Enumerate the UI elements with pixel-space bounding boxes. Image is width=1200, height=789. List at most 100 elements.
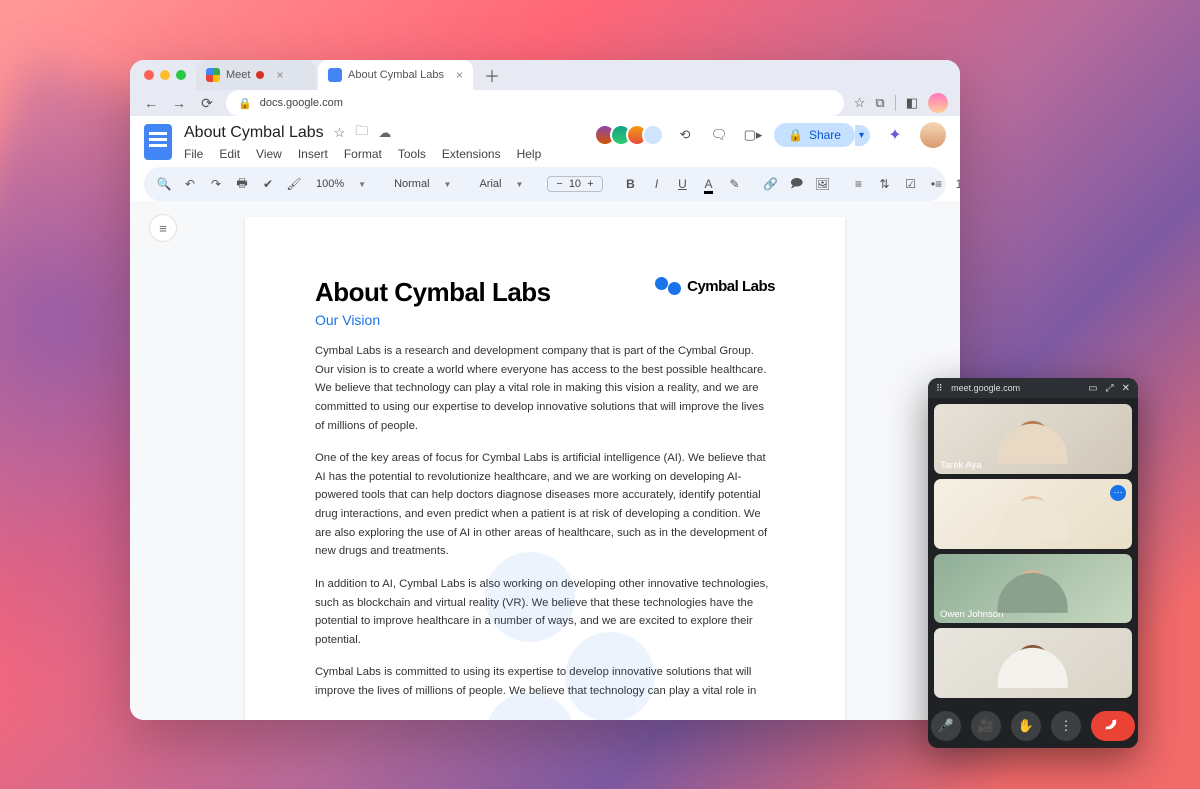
paint-format-icon[interactable]: 🖌 (286, 177, 302, 191)
tab-docs[interactable]: About Cymbal Labs × (318, 60, 473, 90)
meet-pip-window[interactable]: ⠿ meet.google.com ▭ ⤢ ✕ Tarek Aya ⋯ Owen… (928, 378, 1138, 748)
menu-edit[interactable]: Edit (219, 147, 240, 161)
menu-extensions[interactable]: Extensions (442, 147, 501, 161)
move-icon[interactable]: 🗀 (355, 122, 368, 144)
tab-meet[interactable]: Meet × (196, 60, 316, 90)
doc-paragraph: One of the key areas of focus for Cymbal… (315, 449, 775, 561)
bookmark-icon[interactable]: ☆ (854, 95, 866, 111)
back-icon[interactable]: ← (142, 95, 160, 111)
tab-strip: Meet × About Cymbal Labs × ＋ (130, 60, 960, 90)
pip-menu-icon[interactable]: ⠿ (936, 383, 943, 393)
participant-grid: Tarek Aya ⋯ Owen Johnson (928, 398, 1138, 704)
gemini-icon[interactable]: ✦ (884, 124, 906, 146)
close-tab-icon[interactable]: × (276, 68, 283, 82)
minimize-window-icon[interactable] (160, 70, 170, 80)
text-color-icon[interactable]: A (701, 177, 717, 191)
document-canvas[interactable]: ≡ About Cymbal Labs Our Vision Cymbal La… (130, 201, 960, 720)
recording-indicator-icon (256, 71, 264, 79)
search-icon[interactable]: 🔍 (156, 177, 172, 191)
maximize-window-icon[interactable] (176, 70, 186, 80)
bold-icon[interactable]: B (623, 177, 639, 191)
decrease-font-icon[interactable]: − (556, 178, 562, 190)
camera-toggle-button[interactable]: 🎥 (971, 711, 1001, 741)
menu-format[interactable]: Format (344, 147, 382, 161)
paragraph-style-select[interactable]: Normal▼ (390, 178, 455, 190)
meet-favicon-icon (206, 68, 220, 82)
insert-image-icon[interactable]: 🖼 (815, 177, 831, 191)
side-panel-icon[interactable]: ◧ (895, 95, 918, 111)
share-button[interactable]: 🔒 Share (774, 123, 855, 147)
doc-heading: About Cymbal Labs (315, 277, 551, 308)
doc-subheading: Our Vision (315, 312, 551, 328)
forward-icon[interactable]: → (170, 95, 188, 111)
pip-return-icon[interactable]: ▭ (1088, 383, 1097, 394)
participant-tile[interactable]: Tarek Aya (934, 404, 1132, 474)
underline-icon[interactable]: U (675, 177, 691, 191)
document-title[interactable]: About Cymbal Labs (184, 124, 324, 142)
reload-icon[interactable]: ⟳ (198, 95, 216, 112)
extensions-icon[interactable]: ⧉ (875, 95, 884, 111)
increase-font-icon[interactable]: + (587, 178, 593, 190)
menu-file[interactable]: File (184, 147, 203, 161)
history-icon[interactable]: ⟲ (672, 122, 698, 148)
lock-icon: 🔒 (788, 128, 803, 142)
docs-logo-icon[interactable] (144, 124, 172, 160)
url-input[interactable]: 🔒 docs.google.com (226, 90, 844, 116)
brand-mark-icon (655, 277, 681, 295)
font-size-input[interactable]: − 10 + (547, 176, 602, 192)
pip-expand-icon[interactable]: ⤢ (1106, 383, 1114, 394)
outline-toggle-icon[interactable]: ≡ (150, 215, 176, 241)
account-avatar[interactable] (920, 122, 946, 148)
close-tab-icon[interactable]: × (456, 68, 463, 82)
participant-tile[interactable]: ⋯ (934, 479, 1132, 549)
pip-title-bar[interactable]: ⠿ meet.google.com ▭ ⤢ ✕ (928, 378, 1138, 398)
address-bar: ← → ⟳ 🔒 docs.google.com ☆ ⧉ ◧ (130, 90, 960, 116)
cloud-status-icon[interactable]: ☁ (378, 125, 391, 141)
print-icon[interactable]: 🖶 (234, 174, 250, 195)
zoom-value: 100% (316, 178, 344, 190)
pip-close-icon[interactable]: ✕ (1122, 383, 1130, 394)
participant-name (934, 543, 946, 549)
undo-icon[interactable]: ↶ (182, 177, 198, 191)
checklist-icon[interactable]: ☑ (903, 177, 919, 191)
participant-tile[interactable]: Owen Johnson (934, 554, 1132, 624)
comments-icon[interactable]: 🗨 (706, 122, 732, 148)
spellcheck-icon[interactable]: ✔ (260, 177, 276, 191)
window-controls[interactable] (144, 70, 186, 80)
redo-icon[interactable]: ↷ (208, 177, 224, 191)
add-comment-icon[interactable]: 🗩 (789, 174, 805, 195)
doc-paragraph: Cymbal Labs is a research and developmen… (315, 342, 775, 435)
avatar[interactable] (642, 124, 664, 146)
star-icon[interactable]: ☆ (334, 125, 346, 141)
mic-toggle-button[interactable]: 🎤 (931, 711, 961, 741)
line-spacing-icon[interactable]: ⇅ (877, 177, 893, 191)
menu-insert[interactable]: Insert (298, 147, 328, 161)
end-call-button[interactable] (1091, 711, 1135, 741)
new-tab-button[interactable]: ＋ (481, 64, 503, 86)
profile-avatar[interactable] (928, 93, 948, 113)
insert-link-icon[interactable]: 🔗 (763, 177, 779, 191)
bulleted-list-icon[interactable]: •≡ (929, 177, 945, 191)
numbered-list-icon[interactable]: 1≡ (955, 177, 961, 191)
menu-tools[interactable]: Tools (398, 147, 426, 161)
share-dropdown[interactable]: ▾ (855, 125, 870, 146)
close-window-icon[interactable] (144, 70, 154, 80)
tab-label: Meet (226, 69, 250, 81)
style-value: Normal (394, 178, 429, 190)
highlight-icon[interactable]: ✎ (727, 177, 743, 191)
collaborator-avatars[interactable] (600, 124, 664, 146)
more-options-button[interactable]: ⋮ (1051, 711, 1081, 741)
participant-tile[interactable] (934, 628, 1132, 698)
meet-icon[interactable]: ▢▸ (740, 122, 766, 148)
italic-icon[interactable]: I (649, 177, 665, 191)
menu-view[interactable]: View (256, 147, 282, 161)
zoom-select[interactable]: 100%▼ (312, 178, 370, 190)
site-info-icon[interactable]: 🔒 (238, 97, 252, 110)
tab-label: About Cymbal Labs (348, 69, 444, 81)
font-select[interactable]: Arial▼ (475, 178, 527, 190)
menu-help[interactable]: Help (517, 147, 542, 161)
document-page[interactable]: About Cymbal Labs Our Vision Cymbal Labs… (245, 217, 845, 720)
share-label: Share (809, 128, 841, 142)
raise-hand-button[interactable]: ✋ (1011, 711, 1041, 741)
align-icon[interactable]: ≡ (851, 177, 867, 191)
